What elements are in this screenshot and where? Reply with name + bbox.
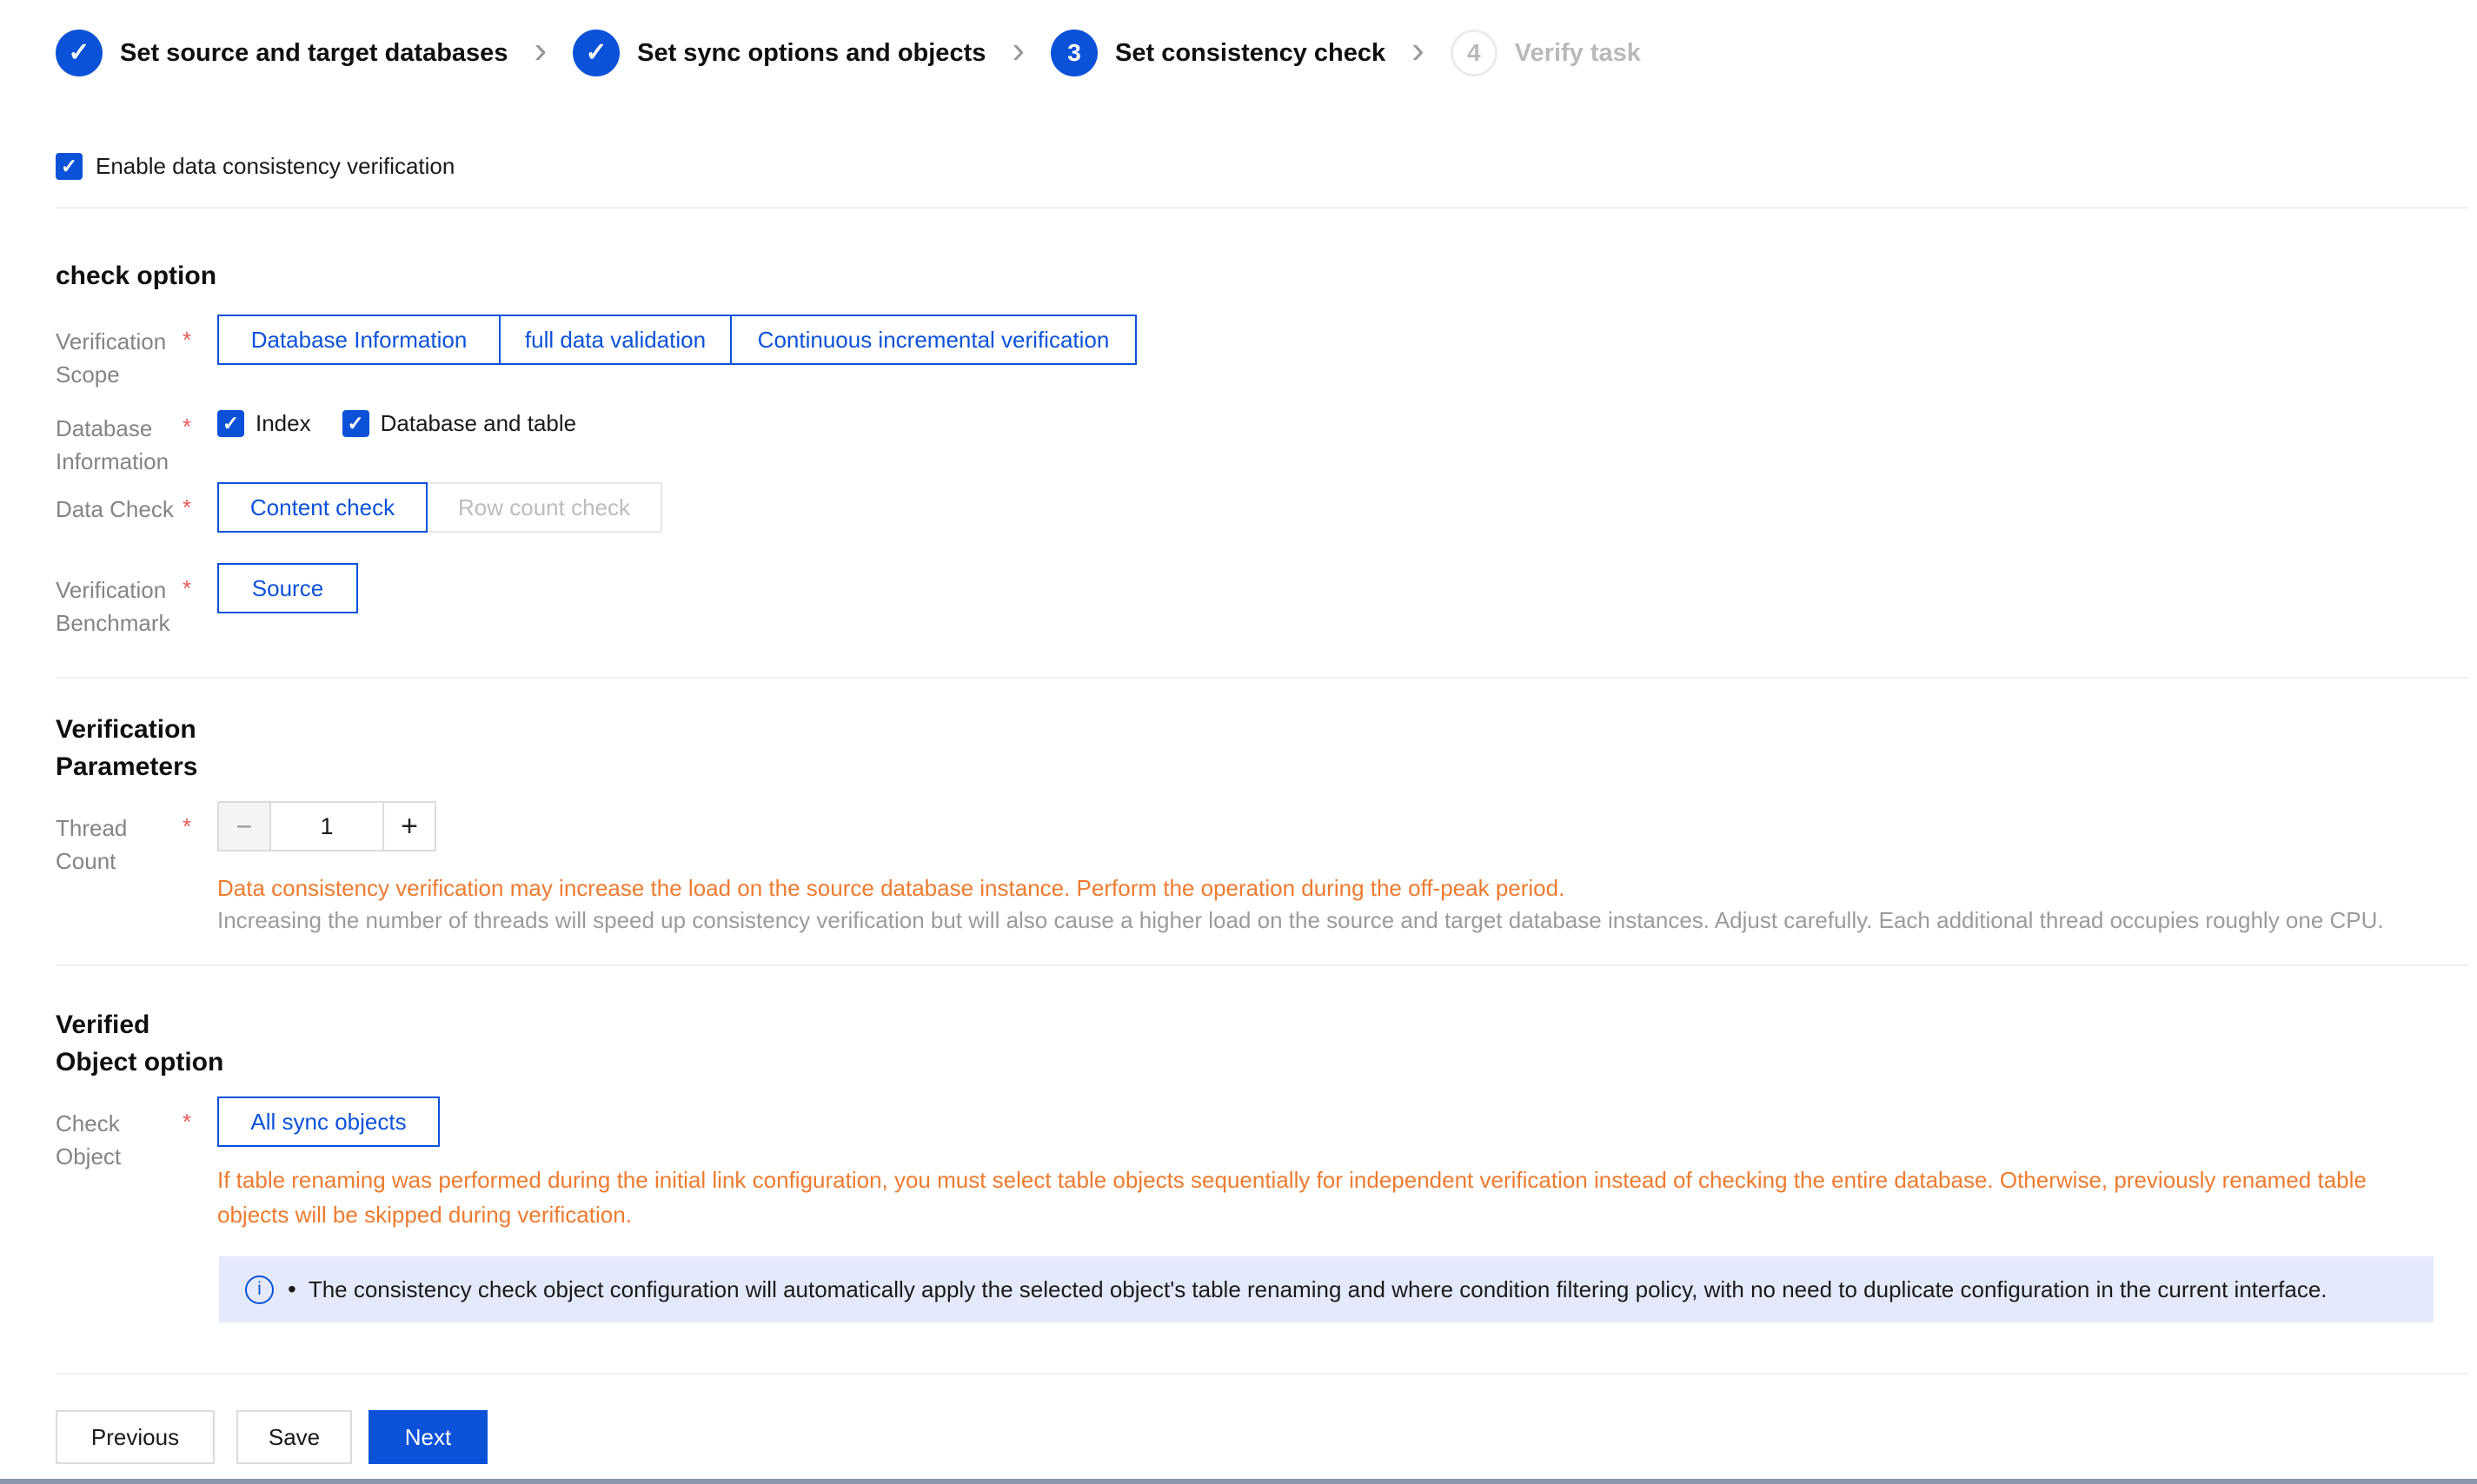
verification-scope-options: Database Information full data validatio… bbox=[217, 315, 1137, 365]
required-marker: * bbox=[183, 813, 191, 840]
step-number: 4 bbox=[1467, 39, 1481, 67]
check-glyph: ✓ bbox=[222, 412, 239, 435]
step-label-source-target: Set source and target databases bbox=[120, 39, 508, 68]
data-check-label: Data Check bbox=[56, 493, 177, 526]
check-glyph: ✓ bbox=[61, 155, 77, 178]
database-information-row: Database Information * ✓ Index ✓ Databas… bbox=[56, 401, 608, 437]
scope-option-full-data-validation[interactable]: full data validation bbox=[499, 315, 732, 365]
bullet-icon: • bbox=[288, 1275, 296, 1303]
database-information-checkboxes: ✓ Index ✓ Database and table bbox=[217, 401, 608, 437]
required-marker: * bbox=[183, 414, 191, 441]
database-and-table-checkbox[interactable]: ✓ bbox=[342, 410, 369, 437]
check-glyph: ✓ bbox=[68, 37, 90, 68]
required-marker: * bbox=[183, 494, 191, 521]
step-source-target[interactable]: ✓ Set source and target databases bbox=[56, 30, 508, 76]
divider bbox=[56, 677, 2468, 679]
thread-count-value[interactable]: 1 bbox=[271, 801, 382, 851]
verified-object-title: Verified Object option bbox=[56, 1006, 229, 1081]
content-check-button[interactable]: Content check bbox=[217, 482, 428, 533]
minus-button[interactable]: − bbox=[217, 801, 271, 851]
verification-benchmark-options: Source bbox=[217, 563, 358, 613]
previous-button[interactable]: Previous bbox=[56, 1410, 215, 1464]
step-consistency-check[interactable]: 3 Set consistency check bbox=[1051, 30, 1385, 76]
all-sync-objects-button[interactable]: All sync objects bbox=[217, 1096, 440, 1147]
info-glyph: i bbox=[257, 1279, 262, 1300]
info-banner-text: The consistency check object configurati… bbox=[309, 1276, 2328, 1303]
required-marker: * bbox=[183, 1109, 191, 1136]
index-checkbox[interactable]: ✓ bbox=[217, 410, 244, 437]
index-checkbox-item: ✓ Index bbox=[217, 410, 311, 437]
scope-option-continuous-incremental[interactable]: Continuous incremental verification bbox=[730, 315, 1137, 365]
database-and-table-label: Database and table bbox=[381, 410, 577, 437]
enable-verification-label: Enable data consistency verification bbox=[96, 153, 455, 180]
enable-verification-checkbox[interactable]: ✓ bbox=[56, 153, 83, 180]
database-and-table-checkbox-item: ✓ Database and table bbox=[342, 410, 577, 437]
verification-benchmark-label: Verification Benchmark bbox=[56, 573, 177, 639]
divider bbox=[56, 964, 2468, 966]
verification-scope-label: Verification Scope bbox=[56, 325, 177, 391]
step-done-check-icon: ✓ bbox=[573, 30, 620, 76]
thread-count-row: Thread Count * − 1 + bbox=[56, 801, 436, 851]
thread-count-warning: Data consistency verification may increa… bbox=[217, 871, 2451, 905]
info-icon: i bbox=[245, 1275, 274, 1304]
next-button[interactable]: Next bbox=[369, 1410, 488, 1464]
divider bbox=[56, 1373, 2468, 1375]
step-sync-options[interactable]: ✓ Set sync options and objects bbox=[573, 30, 986, 76]
data-check-row: Data Check * Content check Row count che… bbox=[56, 482, 662, 533]
check-object-label: Check Object bbox=[56, 1107, 177, 1173]
check-object-row: Check Object * All sync objects bbox=[56, 1096, 440, 1147]
save-button[interactable]: Save bbox=[236, 1410, 352, 1464]
chevron-right-icon: › bbox=[534, 27, 547, 74]
chevron-right-icon: › bbox=[1411, 27, 1424, 74]
source-button[interactable]: Source bbox=[217, 563, 358, 613]
check-glyph: ✓ bbox=[347, 412, 363, 435]
thread-count-label: Thread Count bbox=[56, 812, 177, 878]
plus-button[interactable]: + bbox=[382, 801, 436, 851]
check-option-title: check option bbox=[56, 257, 403, 295]
row-count-check-button: Row count check bbox=[426, 482, 662, 533]
thread-count-control: − 1 + bbox=[217, 801, 436, 851]
thread-count-stepper: − 1 + bbox=[217, 801, 436, 851]
step-number-4-badge: 4 bbox=[1451, 30, 1497, 76]
data-check-options: Content check Row count check bbox=[217, 482, 662, 533]
required-marker: * bbox=[183, 575, 191, 602]
check-object-warning: If table renaming was performed during t… bbox=[217, 1163, 2394, 1232]
enable-verification-row: ✓ Enable data consistency verification bbox=[56, 153, 455, 180]
info-banner: i • The consistency check object configu… bbox=[219, 1256, 2434, 1322]
step-number: 3 bbox=[1067, 39, 1081, 67]
divider bbox=[56, 207, 2468, 209]
verification-benchmark-row: Verification Benchmark * Source bbox=[56, 563, 358, 613]
check-object-options: All sync objects bbox=[217, 1096, 440, 1147]
required-marker: * bbox=[183, 327, 191, 354]
bottom-border-line bbox=[0, 1479, 2477, 1484]
step-label-consistency-check: Set consistency check bbox=[1115, 39, 1385, 68]
step-verify-task: 4 Verify task bbox=[1451, 30, 1641, 76]
verification-parameters-title: Verification Parameters bbox=[56, 711, 229, 785]
step-wizard: ✓ Set source and target databases › ✓ Se… bbox=[56, 30, 1641, 76]
chevron-right-icon: › bbox=[1012, 27, 1025, 74]
consistency-check-page: ✓ Set source and target databases › ✓ Se… bbox=[0, 0, 2477, 1484]
verification-scope-row: Verification Scope * Database Informatio… bbox=[56, 315, 1137, 365]
check-glyph: ✓ bbox=[586, 37, 608, 68]
step-label-verify-task: Verify task bbox=[1515, 39, 1641, 68]
thread-count-note: Increasing the number of threads will sp… bbox=[217, 904, 2460, 937]
database-information-label: Database Information bbox=[56, 412, 177, 478]
step-label-sync-options: Set sync options and objects bbox=[637, 39, 986, 68]
step-done-check-icon: ✓ bbox=[56, 30, 103, 76]
index-label: Index bbox=[256, 410, 311, 437]
scope-option-database-information[interactable]: Database Information bbox=[217, 315, 501, 365]
step-number-3-badge: 3 bbox=[1051, 30, 1098, 76]
